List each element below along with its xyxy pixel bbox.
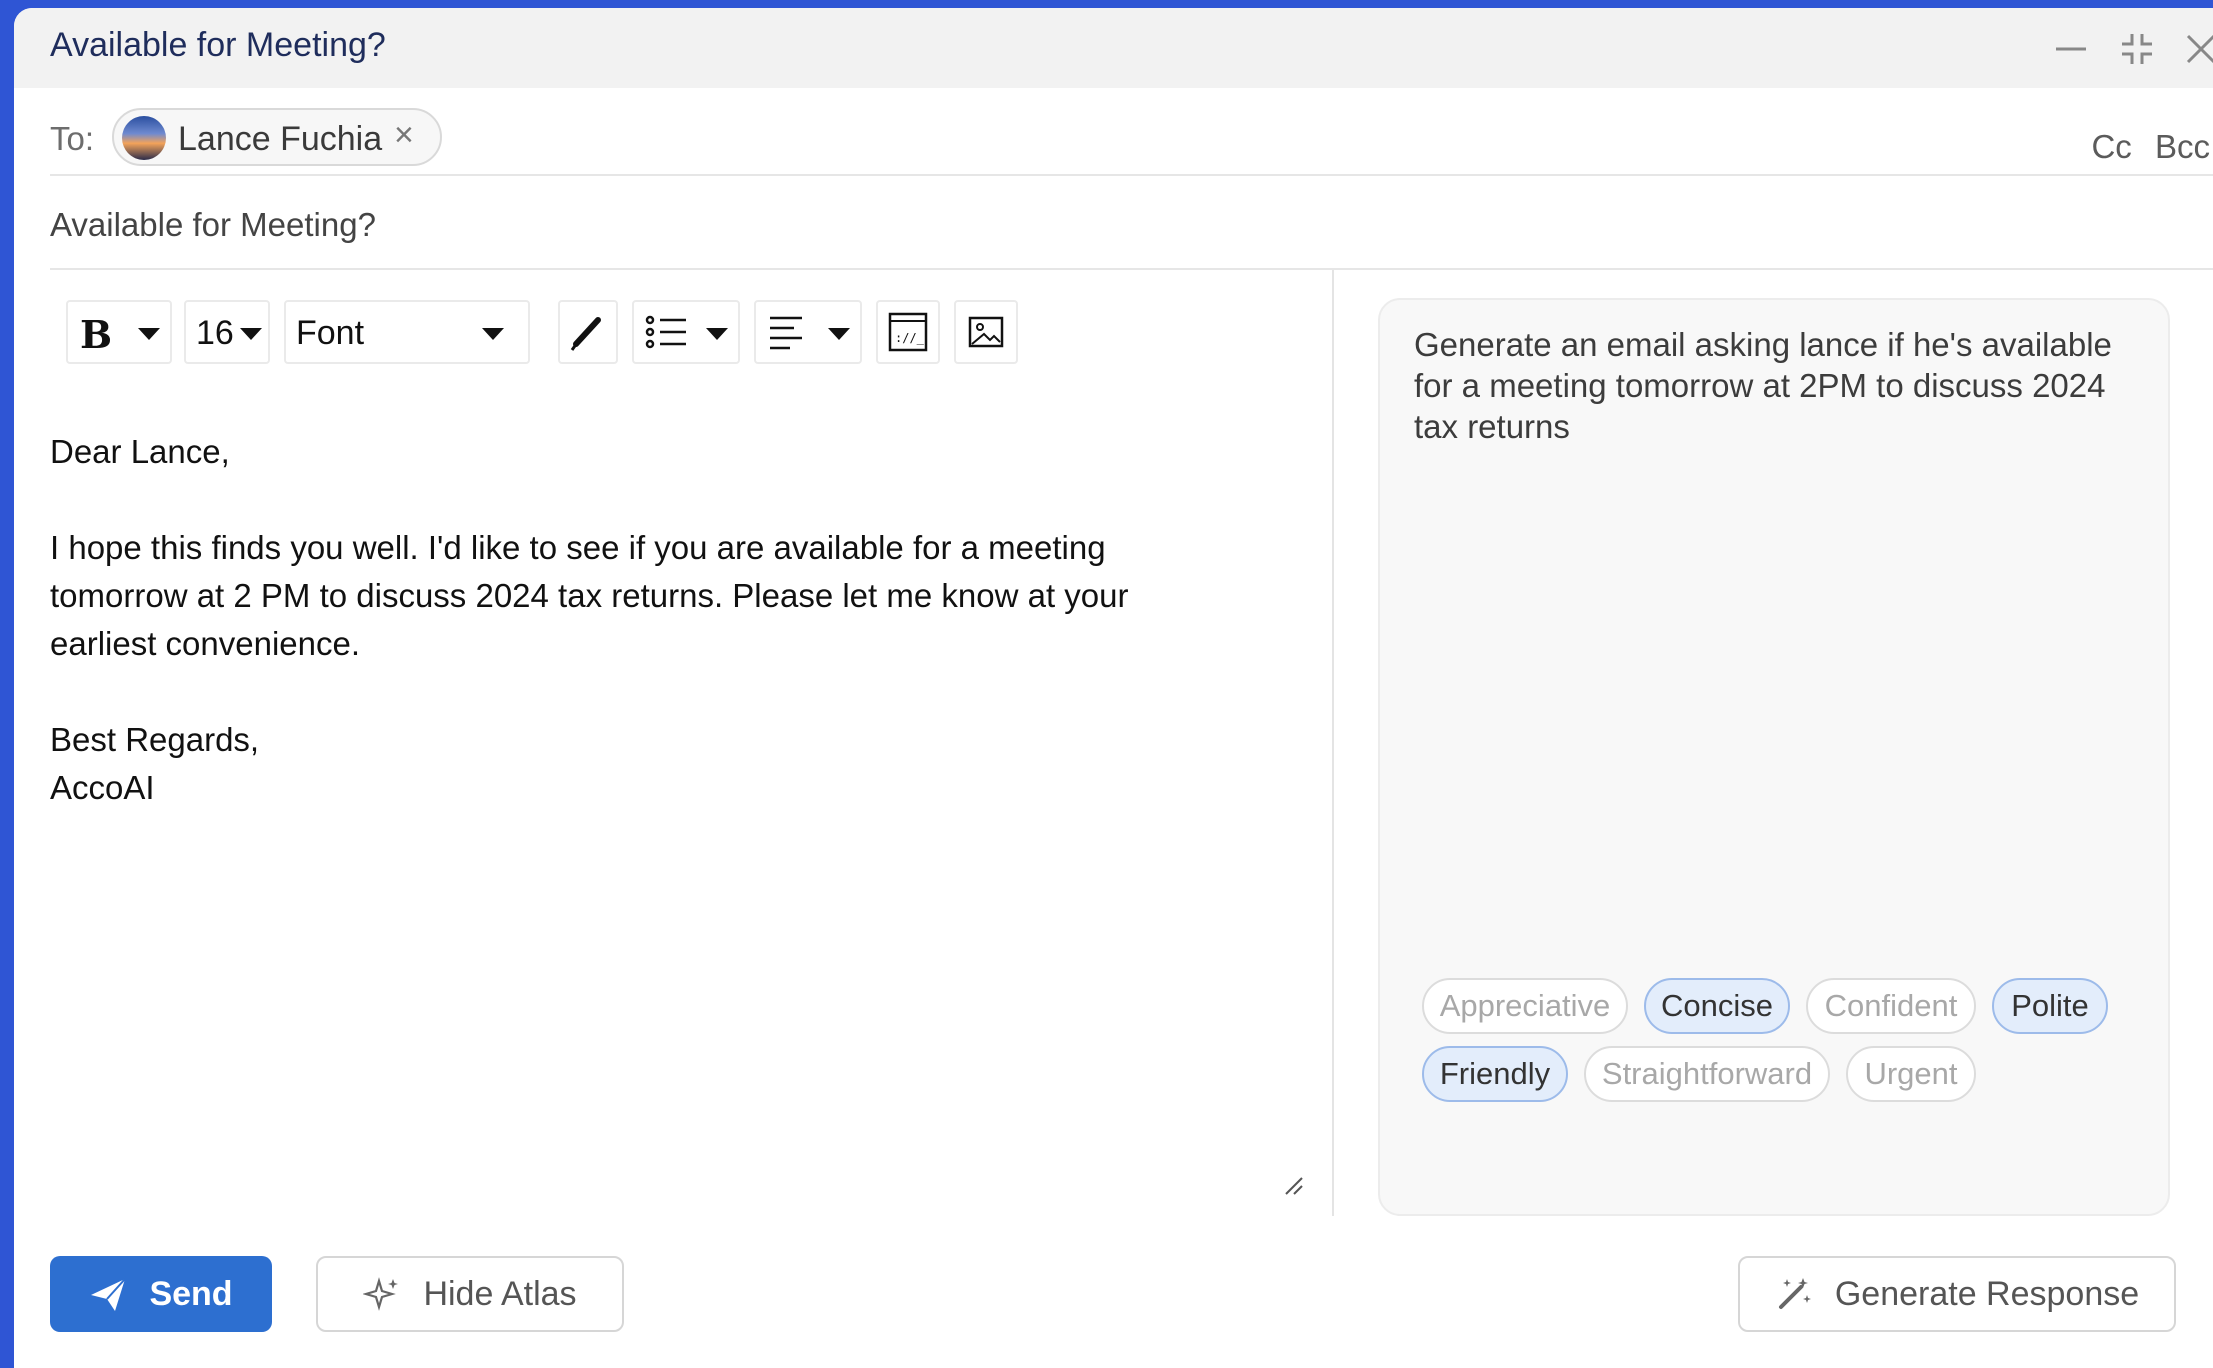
body-paragraph-line: earliest convenience. (50, 625, 361, 662)
body-signature: AccoAI (50, 769, 155, 806)
atlas-panel: Generate an email asking lance if he's a… (1378, 298, 2170, 1216)
chevron-down-icon (138, 328, 160, 340)
bullet-list-icon (645, 315, 686, 349)
subject-field[interactable]: Available for Meeting? (50, 206, 376, 244)
hide-atlas-label: Hide Atlas (423, 1274, 577, 1313)
insert-image-button[interactable] (954, 300, 1018, 364)
collapse-icon[interactable] (2118, 30, 2156, 68)
generate-response-button[interactable]: Generate Response (1738, 1256, 2176, 1332)
recipient-chip[interactable]: Lance Fuchia × (112, 108, 442, 166)
tone-urgent[interactable]: Urgent (1846, 1046, 1976, 1102)
to-row: To: Lance Fuchia × Cc Bcc (50, 100, 2213, 176)
send-button[interactable]: Send (50, 1256, 272, 1332)
resize-handle-icon[interactable] (1282, 1174, 1306, 1198)
tone-appreciative[interactable]: Appreciative (1422, 978, 1628, 1034)
tone-concise[interactable]: Concise (1644, 978, 1790, 1034)
body-closing: Best Regards, (50, 721, 260, 758)
bcc-button[interactable]: Bcc (2155, 128, 2210, 165)
pen-button[interactable] (558, 300, 618, 364)
close-icon[interactable] (2182, 30, 2213, 68)
html-code-button[interactable]: ://_ (876, 300, 940, 364)
tone-polite[interactable]: Polite (1992, 978, 2108, 1034)
chevron-down-icon (240, 328, 262, 340)
body-greeting: Dear Lance, (50, 433, 230, 470)
window-title: Available for Meeting? (50, 26, 386, 64)
minimize-icon[interactable] (2052, 30, 2090, 68)
tone-friendly[interactable]: Friendly (1422, 1046, 1568, 1102)
generate-label: Generate Response (1834, 1274, 2140, 1313)
magic-wand-icon (1778, 1278, 1811, 1309)
subject-row: Available for Meeting? (50, 178, 2213, 270)
align-dropdown[interactable] (754, 300, 862, 364)
list-dropdown[interactable] (632, 300, 740, 364)
sparkle-icon (363, 1277, 399, 1311)
recipient-name: Lance Fuchia (178, 120, 383, 158)
tone-confident[interactable]: Confident (1806, 978, 1976, 1034)
image-icon (968, 316, 1004, 348)
chevron-down-icon (706, 328, 728, 340)
font-label: Font (296, 314, 365, 352)
html-code-icon: ://_ (888, 312, 928, 352)
body-paragraph-line: tomorrow at 2 PM to discuss 2024 tax ret… (50, 577, 1129, 614)
body-paragraph-line: I hope this finds you well. I'd like to … (50, 529, 1106, 566)
chevron-down-icon (482, 328, 504, 340)
panel-divider (1332, 270, 1334, 1216)
atlas-prompt-input[interactable]: Generate an email asking lance if he's a… (1414, 324, 2134, 447)
font-size-value: 16 (196, 314, 234, 352)
tone-straightforward[interactable]: Straightforward (1584, 1046, 1830, 1102)
hide-atlas-button[interactable]: Hide Atlas (316, 1256, 624, 1332)
pen-icon (570, 317, 601, 351)
cc-button[interactable]: Cc (2091, 128, 2131, 165)
send-label: Send (149, 1274, 233, 1313)
bold-dropdown[interactable]: B (66, 300, 172, 364)
chevron-down-icon (828, 328, 850, 340)
remove-recipient-icon[interactable]: × (394, 116, 414, 155)
avatar (122, 116, 166, 160)
email-body-editor[interactable]: Dear Lance, I hope this finds you well. … (50, 428, 1310, 812)
bold-label: B (80, 312, 113, 357)
compose-footer: Send Hide Atlas Generate Response (14, 1256, 2213, 1336)
font-dropdown[interactable]: Font (284, 300, 530, 364)
to-label: To: (50, 120, 95, 157)
align-left-icon (770, 316, 802, 350)
email-compose-window: Available for Meeting? To: Lance Fuchia … (14, 8, 2213, 1368)
svg-text:://_: ://_ (895, 331, 925, 345)
title-bar: Available for Meeting? (14, 8, 2213, 88)
send-icon (91, 1278, 127, 1311)
font-size-dropdown[interactable]: 16 (184, 300, 270, 364)
